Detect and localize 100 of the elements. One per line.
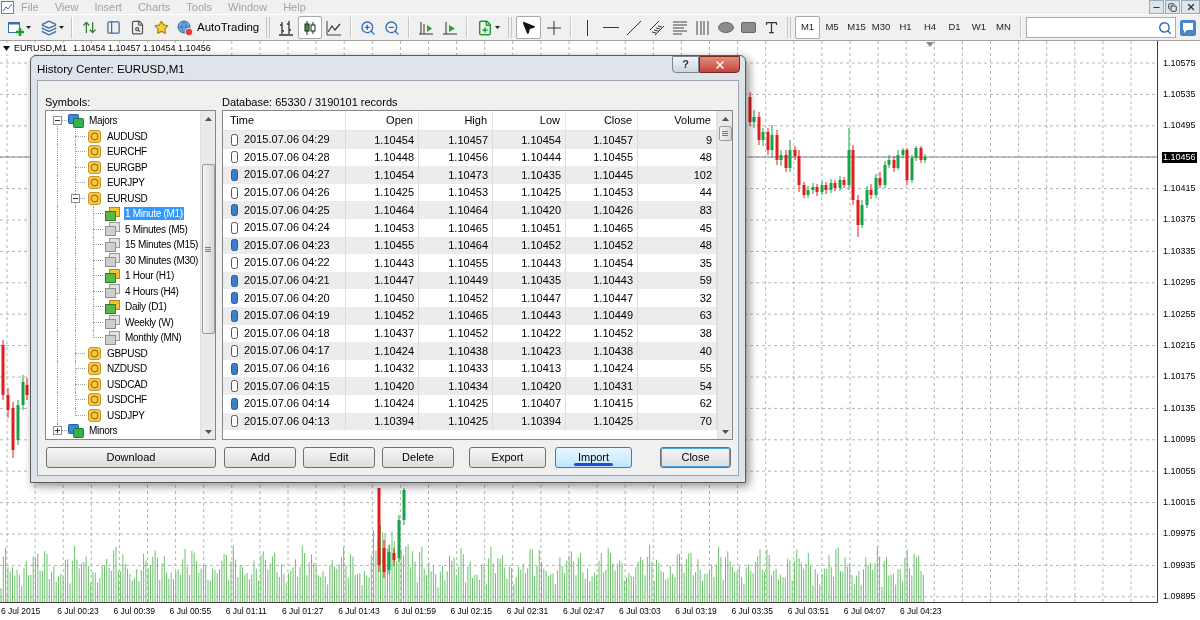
column-header: Low xyxy=(493,111,566,130)
layers-icon xyxy=(40,19,57,36)
help-button[interactable]: ? xyxy=(672,56,699,73)
table-cell: 2015.07.06 04:27 xyxy=(244,168,330,182)
timeframe-button[interactable]: MN xyxy=(991,16,1016,39)
tree-item[interactable]: 4 Hours (H4) xyxy=(124,284,180,298)
table-cell: 1.10465 xyxy=(419,306,493,325)
caret-icon xyxy=(58,26,64,29)
tree-item[interactable]: 5 Minutes (M5) xyxy=(124,222,189,236)
dialog-button[interactable]: Download xyxy=(46,447,216,468)
column-header: High xyxy=(419,111,493,130)
up-down-arrows-icon xyxy=(81,20,97,35)
autotrading-button[interactable]: AutoTrading xyxy=(174,16,263,39)
table-row[interactable]: 2015.07.06 04:25 1.10464 1.10464 1.10420 1.10426 83 xyxy=(223,201,717,219)
collapse-icon[interactable] xyxy=(71,193,80,203)
dialog-button[interactable]: Close xyxy=(660,447,731,468)
close-button[interactable] xyxy=(699,56,740,73)
triangle-marker-icon[interactable] xyxy=(926,42,934,47)
table-cell: 1.10447 xyxy=(493,289,566,307)
table-cell: 1.10454 xyxy=(566,254,638,272)
timeframe-button[interactable]: H4 xyxy=(917,16,943,39)
expand-icon[interactable] xyxy=(53,426,62,436)
dialog-button[interactable]: Export xyxy=(469,447,546,468)
cursor-button[interactable] xyxy=(516,16,542,39)
price-label: 1.10575 xyxy=(1162,57,1197,69)
table-cell: 2015.07.06 04:21 xyxy=(244,274,330,288)
table-cell: 1.10450 xyxy=(346,289,419,307)
tree-item[interactable]: AUDUSD xyxy=(106,129,149,143)
tree-item[interactable]: USDCAD xyxy=(106,377,149,391)
tree-item[interactable]: 1 Hour (H1) xyxy=(124,269,175,283)
symbols-label: Symbols: xyxy=(45,96,91,108)
tree-item[interactable]: EURUSD xyxy=(106,191,149,205)
table-cell: 1.10445 xyxy=(566,166,638,184)
timeframe-button[interactable]: M30 xyxy=(868,16,894,39)
table-cell: 1.10457 xyxy=(419,131,493,149)
time-label: 6 Jul 02:31 xyxy=(506,606,549,617)
panel-icon xyxy=(105,20,121,35)
community-button[interactable] xyxy=(1178,17,1197,38)
time-label: 6 Jul 01:11 xyxy=(225,606,267,617)
search-field[interactable] xyxy=(1025,17,1176,38)
timeframe-button[interactable]: H1 xyxy=(893,16,918,39)
minimize-button[interactable] xyxy=(1149,0,1164,14)
tree-item[interactable]: Majors xyxy=(88,114,119,128)
collapse-icon[interactable] xyxy=(53,116,62,126)
star-icon xyxy=(153,20,169,35)
table-cell: 2015.07.06 04:13 xyxy=(244,414,330,428)
table-row[interactable]: 2015.07.06 04:27 1.10454 1.10473 1.10435 1.10445 102 xyxy=(223,166,717,184)
dialog-button[interactable]: Add xyxy=(224,447,296,468)
table-cell: 1.10465 xyxy=(566,218,638,237)
restore-button[interactable] xyxy=(1165,0,1180,14)
tree-item[interactable]: Weekly (W) xyxy=(124,315,175,329)
tree-item[interactable]: GBPUSD xyxy=(106,346,149,360)
timeframe-button[interactable]: M15 xyxy=(844,16,869,39)
table-cell: 2015.07.06 04:28 xyxy=(244,150,330,164)
restore-icon xyxy=(1168,2,1177,12)
table-cell: 2015.07.06 04:23 xyxy=(244,238,330,252)
dialog-button[interactable]: Delete xyxy=(382,447,454,468)
scrollbar-thumb[interactable] xyxy=(201,164,215,334)
time-label: 6 Jul 03:03 xyxy=(619,606,661,617)
table-cell: 1.10454 xyxy=(493,131,566,149)
vertical-scrollbar[interactable] xyxy=(717,111,732,439)
table-row[interactable]: 2015.07.06 04:17 1.10424 1.10438 1.10423 1.10438 40 xyxy=(223,342,717,360)
tree-item[interactable]: 15 Minutes (M15) xyxy=(124,238,199,252)
timeframe-button[interactable]: M1 xyxy=(795,16,820,39)
table-row[interactable]: 2015.07.06 04:15 1.10420 1.10434 1.10420 1.10431 54 xyxy=(223,377,717,395)
table-cell: 1.10438 xyxy=(419,342,493,360)
timeframe-button[interactable]: W1 xyxy=(966,16,992,39)
price-label: 1.09935 xyxy=(1162,559,1197,571)
table-cell: 2015.07.06 04:16 xyxy=(244,362,330,375)
tree-item[interactable]: Minors xyxy=(88,424,119,438)
vertical-scrollbar[interactable] xyxy=(200,111,215,439)
table-cell: 1.10435 xyxy=(493,166,566,184)
tree-item[interactable]: NZDUSD xyxy=(106,362,148,376)
time-label: 6 Jul 00:39 xyxy=(113,606,155,617)
tree-item[interactable]: Monthly (MN) xyxy=(124,331,183,345)
caret-icon xyxy=(494,26,500,29)
time-label: 6 Jul 04:07 xyxy=(843,606,886,617)
tree-item[interactable]: 30 Minutes (M30) xyxy=(124,253,199,267)
close-button[interactable] xyxy=(1181,0,1200,14)
scrollbar-thumb[interactable] xyxy=(718,126,732,141)
tree-item[interactable]: USDCHF xyxy=(106,393,148,407)
dialog-button[interactable]: Edit xyxy=(303,447,375,468)
candlestick-chart-button[interactable] xyxy=(298,16,323,39)
tree-item[interactable]: EURGBP xyxy=(106,160,149,174)
time-label: 6 Jul 00:23 xyxy=(57,606,99,617)
tree-item[interactable]: Daily (D1) xyxy=(124,300,168,314)
table-cell: 1.10449 xyxy=(566,306,638,325)
timeframe-button[interactable]: D1 xyxy=(942,16,967,39)
table-cell: 2015.07.06 04:22 xyxy=(244,256,330,270)
tree-item[interactable]: EURJPY xyxy=(106,176,146,190)
table-cell: 2015.07.06 04:18 xyxy=(244,326,330,340)
table-cell: 1.10426 xyxy=(566,201,638,219)
coin-icon xyxy=(87,377,101,391)
table-row[interactable]: 2015.07.06 04:29 1.10454 1.10457 1.10454 1.10457 9 xyxy=(223,131,717,149)
dialog-button[interactable]: Import xyxy=(555,447,632,468)
timeframe-button[interactable]: M5 xyxy=(819,16,845,39)
dialog-title: History Center: EURUSD,M1 xyxy=(37,62,185,76)
zoom-in-icon xyxy=(360,19,377,36)
tree-item[interactable]: USDJPY xyxy=(106,408,146,422)
tree-item[interactable]: EURCHF xyxy=(106,145,148,159)
